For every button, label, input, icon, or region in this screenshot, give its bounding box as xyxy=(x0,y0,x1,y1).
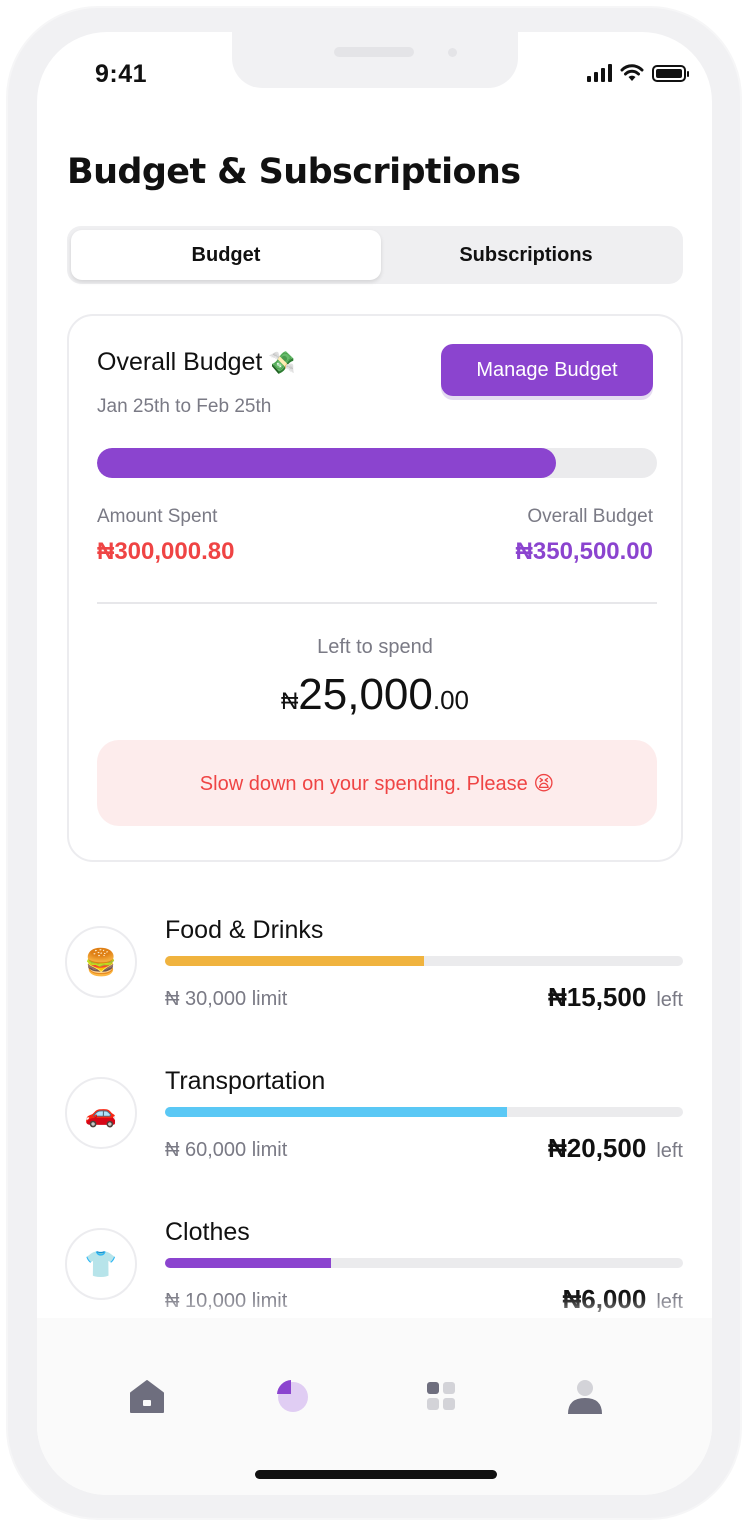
notch xyxy=(232,32,518,88)
category-left-amount: ₦6,000 xyxy=(562,1284,647,1312)
category-left: ₦20,500 left xyxy=(548,1133,683,1164)
spending-warning: Slow down on your spending. Please 😫 xyxy=(97,740,657,826)
date-range: Jan 25th to Feb 25th xyxy=(97,396,272,417)
category-left-label: left xyxy=(656,1140,683,1162)
home-indicator xyxy=(255,1470,497,1479)
tab-subscriptions[interactable]: Subscriptions xyxy=(371,230,681,280)
card-title-text: Overall Budget xyxy=(97,348,263,376)
amount-spent-value: ₦300,000.80 xyxy=(97,538,235,565)
overall-budget-card: Overall Budget 💸 Jan 25th to Feb 25th Ma… xyxy=(67,314,683,862)
left-whole: 25,000 xyxy=(298,670,433,719)
card-title: Overall Budget 💸 xyxy=(97,348,296,377)
pie-chart-icon[interactable] xyxy=(273,1376,313,1416)
category-left: ₦6,000 left xyxy=(562,1284,683,1312)
cellular-signal-icon xyxy=(587,64,612,82)
manage-budget-button[interactable]: Manage Budget xyxy=(441,344,653,396)
category-name: Transportation xyxy=(165,1067,326,1095)
category-progress-bar xyxy=(165,1258,683,1268)
category-progress-fill xyxy=(165,1107,507,1117)
left-to-spend-amount: ₦25,000.00 xyxy=(69,670,681,720)
category-progress-bar xyxy=(165,956,683,966)
status-icons xyxy=(587,64,689,82)
category-left-label: left xyxy=(656,989,683,1011)
tshirt-icon: 👕 xyxy=(65,1228,137,1300)
wifi-icon xyxy=(620,64,644,81)
category-progress-bar xyxy=(165,1107,683,1117)
profile-icon[interactable] xyxy=(565,1376,605,1416)
status-time: 9:41 xyxy=(95,60,148,88)
overall-budget-label: Overall Budget xyxy=(527,506,653,527)
category-left: ₦15,500 left xyxy=(548,982,683,1013)
amount-spent-label: Amount Spent xyxy=(97,506,218,527)
left-currency: ₦ xyxy=(280,688,299,715)
category-left-amount: ₦15,500 xyxy=(548,982,647,1012)
category-name: Clothes xyxy=(165,1218,250,1246)
camera xyxy=(448,48,457,57)
category-clothes[interactable]: 👕 Clothes ₦ 10,000 limit ₦6,000 left xyxy=(65,1214,685,1312)
page-title: Budget & Subscriptions xyxy=(67,152,521,192)
overall-progress-fill xyxy=(97,448,557,478)
speaker xyxy=(334,47,414,57)
overall-budget-value: ₦350,500.00 xyxy=(515,538,653,565)
category-left-label: left xyxy=(656,1291,683,1312)
category-list: 🍔 Food & Drinks ₦ 30,000 limit ₦15,500 l… xyxy=(65,912,685,1312)
burger-icon: 🍔 xyxy=(65,926,137,998)
category-progress-fill xyxy=(165,1258,331,1268)
bottom-tab-bar xyxy=(37,1318,712,1495)
category-limit: ₦ 60,000 limit xyxy=(165,1139,288,1161)
category-name: Food & Drinks xyxy=(165,916,324,944)
category-food-drinks[interactable]: 🍔 Food & Drinks ₦ 30,000 limit ₦15,500 l… xyxy=(65,912,685,1052)
grid-icon[interactable] xyxy=(421,1376,461,1416)
category-limit: ₦ 30,000 limit xyxy=(165,988,288,1010)
battery-icon xyxy=(652,64,689,82)
money-with-wings-icon: 💸 xyxy=(268,349,296,375)
left-to-spend-label: Left to spend xyxy=(317,636,433,658)
screen: 9:41 Budget & Subscriptions Budget Subsc… xyxy=(37,32,712,1495)
category-progress-fill xyxy=(165,956,424,966)
home-icon[interactable] xyxy=(127,1376,167,1416)
divider xyxy=(97,602,657,604)
tab-budget[interactable]: Budget xyxy=(71,230,381,280)
category-left-amount: ₦20,500 xyxy=(548,1133,647,1163)
category-transportation[interactable]: 🚗 Transportation ₦ 60,000 limit ₦20,500 … xyxy=(65,1063,685,1203)
left-decimal: .00 xyxy=(432,685,470,715)
category-limit: ₦ 10,000 limit xyxy=(165,1290,288,1312)
segmented-control: Budget Subscriptions xyxy=(67,226,683,284)
car-icon: 🚗 xyxy=(65,1077,137,1149)
overall-progress-bar xyxy=(97,448,657,478)
